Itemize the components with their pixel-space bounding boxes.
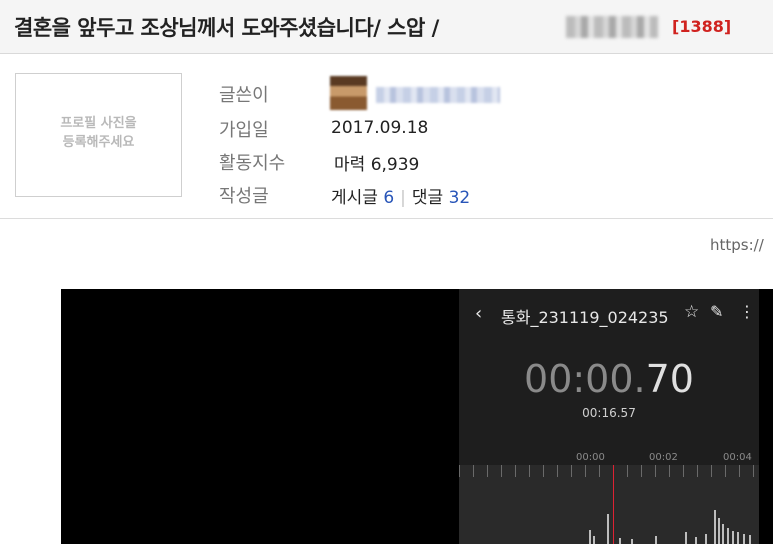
profile-photo-placeholder: 프로필 사진을 등록해주세요 xyxy=(15,73,182,197)
activity-number: 6,939 xyxy=(370,155,420,175)
star-icon: ☆ xyxy=(684,302,700,322)
waveform-bar xyxy=(722,524,724,544)
waveform-bar xyxy=(749,535,751,544)
comments-label: 댓글 xyxy=(411,188,444,208)
pencil-icon: ✎ xyxy=(710,302,724,321)
posts-label: 게시글 xyxy=(331,188,378,208)
post-title: 결혼을 앞두고 조상님께서 도와주셨습니다/ 스압 / xyxy=(14,16,439,40)
waveform-bar xyxy=(685,532,687,544)
total-duration: 00:16.57 xyxy=(582,406,636,420)
join-date-label: 가입일 xyxy=(219,120,269,141)
activity-value: 마력 6,939 xyxy=(334,150,419,175)
waveform-bar xyxy=(631,539,633,544)
posts-count-link[interactable]: 6 xyxy=(383,188,394,208)
redacted-title-part xyxy=(566,16,658,38)
writings-label: 작성글 xyxy=(219,186,269,207)
comments-count-link[interactable]: 32 xyxy=(449,188,471,208)
waveform-bar xyxy=(593,536,595,544)
playhead xyxy=(613,465,614,544)
profile-placeholder-line1: 프로필 사진을 xyxy=(60,116,137,131)
waveform-bar xyxy=(718,518,720,544)
source-url-link[interactable]: https:// xyxy=(710,236,764,254)
elapsed-fraction: 70 xyxy=(645,357,694,401)
activity-label: 활동지수 xyxy=(219,153,286,174)
elapsed-time: 00:00.70 xyxy=(459,357,759,401)
waveform-bar xyxy=(727,528,729,544)
waveform-bar xyxy=(695,537,697,544)
activity-prefix: 마력 xyxy=(334,155,366,175)
post-title-bar: 결혼을 앞두고 조상님께서 도와주셨습니다/ 스압 / [1388] xyxy=(0,0,773,54)
section-divider xyxy=(0,218,773,219)
author-name-redacted[interactable] xyxy=(376,87,500,103)
recording-screenshot: ‹ 통화_231119_024235 ☆ ✎ ⋮ 00:00.70 00:16.… xyxy=(459,289,759,544)
waveform-ticks xyxy=(459,465,759,477)
elapsed-main: 00:00. xyxy=(524,357,646,401)
profile-placeholder-text: 프로필 사진을 등록해주세요 xyxy=(16,114,181,152)
waveform-bar xyxy=(705,534,707,544)
writings-value: 게시글 6 | 댓글 32 xyxy=(331,183,470,208)
waveform xyxy=(459,465,759,544)
join-date-value: 2017.09.18 xyxy=(331,118,429,138)
waveform-bar xyxy=(589,530,591,544)
avatar[interactable] xyxy=(330,76,367,110)
waveform-bar xyxy=(714,510,716,544)
recording-title: 통화_231119_024235 xyxy=(501,308,669,327)
timeline-label-2: 00:04 xyxy=(723,452,752,463)
author-label: 글쓴이 xyxy=(219,85,269,106)
waveform-bar xyxy=(607,514,609,544)
timeline-label-1: 00:02 xyxy=(649,452,678,463)
timeline-label-0: 00:00 xyxy=(576,452,605,463)
waveform-bar xyxy=(732,531,734,544)
chevron-left-icon: ‹ xyxy=(475,303,483,324)
more-vertical-icon: ⋮ xyxy=(739,302,755,321)
waveform-bar xyxy=(737,532,739,544)
waveform-bar xyxy=(743,534,745,544)
waveform-bar xyxy=(619,538,621,544)
writings-separator: | xyxy=(400,188,406,208)
view-count-badge: [1388] xyxy=(672,17,732,36)
profile-placeholder-line2: 등록해주세요 xyxy=(62,135,135,150)
waveform-bar xyxy=(655,536,657,544)
